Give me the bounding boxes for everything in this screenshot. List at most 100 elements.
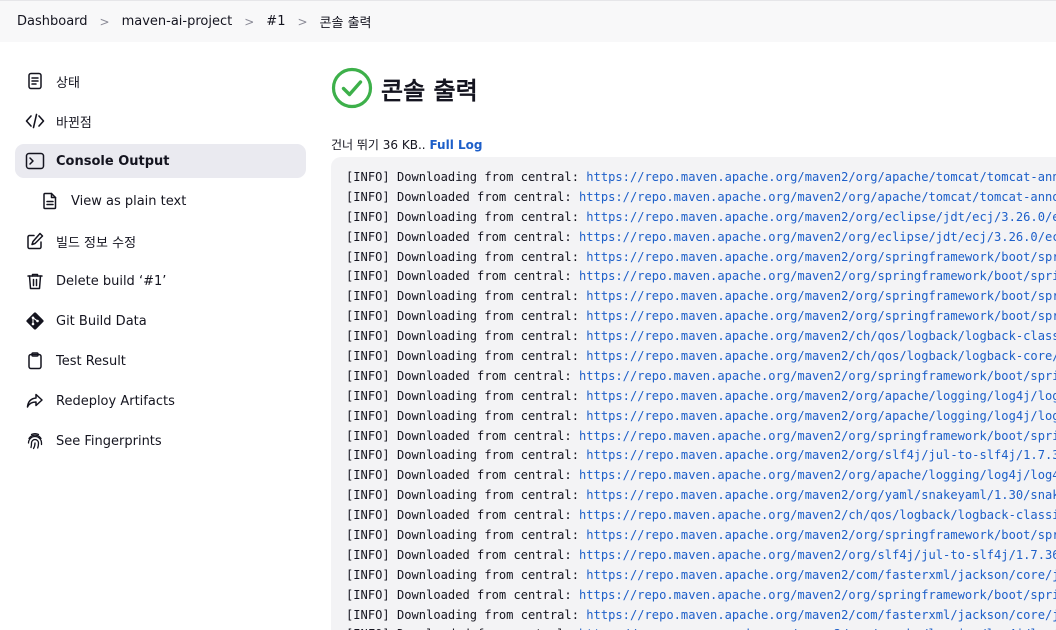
document-icon bbox=[25, 71, 45, 91]
console-line-url[interactable]: https://repo.maven.apache.org/maven2/org… bbox=[579, 429, 1056, 443]
sidebar-item-edit-build-info[interactable]: 빌드 정보 수정 bbox=[15, 224, 306, 258]
console-line-url[interactable]: https://repo.maven.apache.org/maven2/org… bbox=[579, 548, 1056, 562]
console-line: [INFO] Downloaded from central: https://… bbox=[346, 228, 1056, 248]
sidebar-item-git-build-data[interactable]: Git Build Data bbox=[15, 304, 306, 338]
console-line: [INFO] Downloaded from central: https://… bbox=[346, 586, 1056, 606]
console-line-prefix: [INFO] Downloaded from central: bbox=[346, 368, 579, 383]
breadcrumb-console-output: 콘솔 출력 bbox=[319, 16, 372, 31]
console-line-url[interactable]: https://repo.maven.apache.org/maven2/org… bbox=[586, 389, 1056, 403]
console-line-url[interactable]: https://repo.maven.apache.org/maven2/org… bbox=[586, 170, 1056, 184]
console-line-url[interactable]: https://repo.maven.apache.org/maven2/ch/… bbox=[586, 329, 1056, 343]
console-line-url[interactable]: https://repo.maven.apache.org/maven2/ch/… bbox=[579, 508, 1056, 522]
redeploy-icon bbox=[25, 391, 45, 411]
trash-icon bbox=[25, 271, 45, 291]
console-line-url[interactable]: https://repo.maven.apache.org/maven2/org… bbox=[579, 269, 1056, 283]
console-line-prefix: [INFO] Downloaded from central: bbox=[346, 428, 579, 443]
console-line: [INFO] Downloading from central: https:/… bbox=[346, 606, 1056, 626]
sidebar-item-console-output[interactable]: Console Output bbox=[15, 144, 306, 178]
console-line: [INFO] Downloaded from central: https://… bbox=[346, 188, 1056, 208]
console-line-prefix: [INFO] Downloaded from central: bbox=[346, 269, 579, 284]
console-line-url[interactable]: https://repo.maven.apache.org/maven2/org… bbox=[586, 289, 1056, 303]
console-line-url[interactable]: https://repo.maven.apache.org/maven2/org… bbox=[586, 488, 1056, 502]
sidebar-item-test-result[interactable]: Test Result bbox=[15, 344, 306, 378]
success-check-icon bbox=[331, 67, 373, 109]
console-line-prefix: [INFO] Downloaded from central: bbox=[346, 229, 579, 244]
sidebar-item-label: Test Result bbox=[56, 353, 126, 369]
console-line-prefix: [INFO] Downloading from central: bbox=[346, 528, 587, 543]
console-line: [INFO] Downloaded from central: https://… bbox=[346, 506, 1056, 526]
sidebar-item-changes[interactable]: 바뀐점 bbox=[15, 104, 306, 138]
console-line: [INFO] Downloading from central: https:/… bbox=[346, 287, 1056, 307]
console-line: [INFO] Downloaded from central: https://… bbox=[346, 427, 1056, 447]
breadcrumb: Dashboard > maven-ai-project > #1 > 콘솔 출… bbox=[0, 0, 1056, 42]
console-output[interactable]: [INFO] Downloading from central: https:/… bbox=[331, 157, 1056, 630]
sidebar-item-label: Redeploy Artifacts bbox=[56, 393, 175, 409]
edit-icon bbox=[25, 231, 45, 251]
console-line-url[interactable]: https://repo.maven.apache.org/maven2/org… bbox=[579, 468, 1056, 482]
sidebar-item-label: 바뀐점 bbox=[56, 115, 92, 131]
fingerprint-icon bbox=[25, 431, 45, 451]
console-line-prefix: [INFO] Downloading from central: bbox=[346, 388, 587, 403]
console-line-url[interactable]: https://repo.maven.apache.org/maven2/org… bbox=[579, 588, 1056, 602]
console-line-url[interactable]: https://repo.maven.apache.org/maven2/com… bbox=[586, 608, 1056, 622]
console-line-url[interactable]: https://repo.maven.apache.org/maven2/org… bbox=[586, 210, 1056, 224]
sidebar-item-label: Console Output bbox=[56, 153, 170, 169]
sidebar-item-label: See Fingerprints bbox=[56, 433, 162, 449]
document-icon bbox=[40, 191, 60, 211]
console-line: [INFO] Downloading from central: https:/… bbox=[346, 566, 1056, 586]
sidebar-item-label: 빌드 정보 수정 bbox=[56, 235, 137, 251]
breadcrumb-separator: > bbox=[99, 14, 110, 29]
console-line-prefix: [INFO] Downloading from central: bbox=[346, 209, 587, 224]
git-icon bbox=[25, 311, 45, 331]
console-line-url[interactable]: https://repo.maven.apache.org/maven2/org… bbox=[579, 369, 1056, 383]
console-line: [INFO] Downloading from central: https:/… bbox=[346, 446, 1056, 466]
breadcrumb-dashboard[interactable]: Dashboard bbox=[17, 14, 88, 29]
console-line-url[interactable]: https://repo.maven.apache.org/maven2/ch/… bbox=[586, 349, 1056, 363]
console-line: [INFO] Downloading from central: https:/… bbox=[346, 168, 1056, 188]
console-line: [INFO] Downloading from central: https:/… bbox=[346, 248, 1056, 268]
console-line: [INFO] Downloaded from central: https://… bbox=[346, 367, 1056, 387]
console-line-url[interactable]: https://repo.maven.apache.org/maven2/org… bbox=[586, 309, 1056, 323]
console-line: [INFO] Downloading from central: https:/… bbox=[346, 347, 1056, 367]
skip-text: 건너 뛰기 36 KB.. bbox=[331, 138, 426, 152]
skip-notice: 건너 뛰기 36 KB.. Full Log bbox=[331, 136, 1056, 152]
console-line-url[interactable]: https://repo.maven.apache.org/maven2/org… bbox=[586, 448, 1056, 462]
console-line-prefix: [INFO] Downloading from central: bbox=[346, 329, 587, 344]
code-icon bbox=[25, 111, 45, 131]
sidebar-item-delete-build[interactable]: Delete build ‘#1’ bbox=[15, 264, 306, 298]
console-line: [INFO] Downloaded from central: https://… bbox=[346, 267, 1056, 287]
console-line-prefix: [INFO] Downloading from central: bbox=[346, 249, 587, 264]
sidebar-item-label: View as plain text bbox=[71, 193, 187, 209]
console-line: [INFO] Downloading from central: https:/… bbox=[346, 327, 1056, 347]
console-line-prefix: [INFO] Downloaded from central: bbox=[346, 189, 579, 204]
sidebar-item-status[interactable]: 상태 bbox=[15, 64, 306, 98]
console-line-prefix: [INFO] Downloaded from central: bbox=[346, 587, 579, 602]
sidebar-item-view-plain-text[interactable]: View as plain text bbox=[15, 184, 306, 218]
sidebar-item-label: 상태 bbox=[56, 75, 80, 91]
console-line-url[interactable]: https://repo.maven.apache.org/maven2/com… bbox=[586, 568, 1056, 582]
console-line-url[interactable]: https://repo.maven.apache.org/maven2/org… bbox=[579, 190, 1056, 204]
breadcrumb-separator: > bbox=[244, 14, 255, 29]
console-line-prefix: [INFO] Downloading from central: bbox=[346, 289, 587, 304]
console-line-prefix: [INFO] Downloading from central: bbox=[346, 309, 587, 324]
sidebar-item-redeploy-artifacts[interactable]: Redeploy Artifacts bbox=[15, 384, 306, 418]
full-log-link[interactable]: Full Log bbox=[429, 138, 482, 152]
sidebar-item-label: Git Build Data bbox=[56, 313, 147, 329]
console-line: [INFO] Downloading from central: https:/… bbox=[346, 307, 1056, 327]
console-line: [INFO] Downloaded from central: https://… bbox=[346, 546, 1056, 566]
console-line-prefix: [INFO] Downloading from central: bbox=[346, 170, 587, 184]
terminal-icon bbox=[25, 151, 45, 171]
clipboard-icon bbox=[25, 351, 45, 371]
console-line: [INFO] Downloading from central: https:/… bbox=[346, 208, 1056, 228]
console-line-url[interactable]: https://repo.maven.apache.org/maven2/org… bbox=[579, 230, 1056, 244]
console-line-prefix: [INFO] Downloading from central: bbox=[346, 607, 587, 622]
breadcrumb-build[interactable]: #1 bbox=[266, 14, 285, 29]
breadcrumb-project[interactable]: maven-ai-project bbox=[122, 14, 233, 29]
main-content: 콘솔 출력 건너 뛰기 36 KB.. Full Log [INFO] Down… bbox=[331, 64, 1056, 630]
console-line-url[interactable]: https://repo.maven.apache.org/maven2/org… bbox=[586, 250, 1056, 264]
sidebar-item-see-fingerprints[interactable]: See Fingerprints bbox=[15, 424, 306, 458]
console-line-url[interactable]: https://repo.maven.apache.org/maven2/org… bbox=[586, 528, 1056, 542]
console-line: [INFO] Downloaded from central: https://… bbox=[346, 466, 1056, 486]
console-line-url[interactable]: https://repo.maven.apache.org/maven2/org… bbox=[586, 409, 1056, 423]
page-title: 콘솔 출력 bbox=[381, 76, 478, 105]
